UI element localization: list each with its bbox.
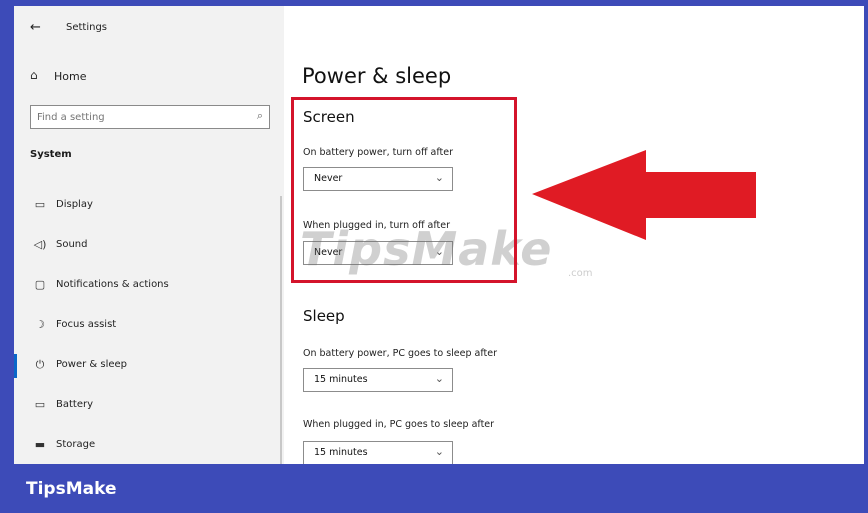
moon-icon: ☽ (35, 318, 45, 331)
message-icon: ▢ (34, 278, 46, 291)
sleep-battery-label: On battery power, PC goes to sleep after (303, 348, 498, 359)
sidebar-item-power-sleep[interactable]: ⏻ Power & sleep (14, 350, 284, 382)
arrow-left-annotation-icon (532, 150, 756, 240)
dropdown-value: 15 minutes (314, 447, 368, 458)
sleep-battery-dropdown[interactable]: 15 minutes ⌄ (303, 368, 453, 392)
sidebar-item-label: Notifications & actions (56, 279, 169, 290)
frame-left-border (0, 0, 14, 470)
sidebar-item-display[interactable]: ▭ Display (14, 190, 284, 222)
sleep-plugged-dropdown[interactable]: 15 minutes ⌄ (303, 441, 453, 465)
power-icon: ⏻ (35, 358, 45, 371)
sidebar-item-label: Display (56, 199, 93, 210)
chevron-down-icon: ⌄ (434, 372, 444, 385)
sleep-plugged-label: When plugged in, PC goes to sleep after (303, 419, 495, 430)
section-header-system: System (30, 149, 72, 160)
sleep-section-title: Sleep (303, 307, 345, 325)
settings-sidebar: ← Settings ⌂ Home ⌕ System ▭ Display ◁) … (14, 6, 284, 466)
sidebar-item-notifications[interactable]: ▢ Notifications & actions (14, 270, 284, 302)
screenshot-frame: ← Settings ⌂ Home ⌕ System ▭ Display ◁) … (0, 0, 868, 513)
home-label: Home (54, 70, 87, 83)
chevron-down-icon: ⌄ (434, 445, 444, 458)
monitor-icon: ▭ (34, 198, 46, 211)
frame-right-border (864, 0, 868, 470)
search-icon[interactable]: ⌕ (257, 109, 263, 123)
sidebar-item-focus-assist[interactable]: ☽ Focus assist (14, 310, 284, 342)
sidebar-item-storage[interactable]: ▬ Storage (14, 430, 284, 462)
page-title: Power & sleep (302, 64, 452, 88)
search-box[interactable]: ⌕ (30, 105, 270, 129)
sidebar-scrollbar[interactable] (280, 196, 282, 466)
sidebar-item-sound[interactable]: ◁) Sound (14, 230, 284, 262)
home-icon: ⌂ (30, 68, 38, 82)
arrow-left-icon[interactable]: ← (30, 20, 41, 35)
footer-bar: TipsMake (0, 464, 868, 513)
dropdown-value: 15 minutes (314, 374, 368, 385)
sidebar-item-label: Sound (56, 239, 88, 250)
sidebar-item-battery[interactable]: ▭ Battery (14, 390, 284, 422)
watermark-suffix: .com (568, 268, 593, 279)
sidebar-item-label: Storage (56, 439, 96, 450)
app-title: Settings (66, 22, 108, 33)
sidebar-item-label: Battery (56, 399, 94, 410)
sidebar-item-home[interactable]: ⌂ Home (14, 62, 284, 92)
sidebar-item-label: Power & sleep (56, 359, 128, 370)
highlight-box (291, 97, 517, 283)
title-bar: ← Settings (14, 6, 284, 51)
footer-brand: TipsMake (26, 479, 117, 499)
storage-icon: ▬ (34, 438, 46, 451)
battery-icon: ▭ (34, 398, 46, 411)
sidebar-item-label: Focus assist (56, 319, 117, 330)
speaker-icon: ◁) (33, 238, 47, 251)
search-input[interactable] (37, 109, 237, 125)
